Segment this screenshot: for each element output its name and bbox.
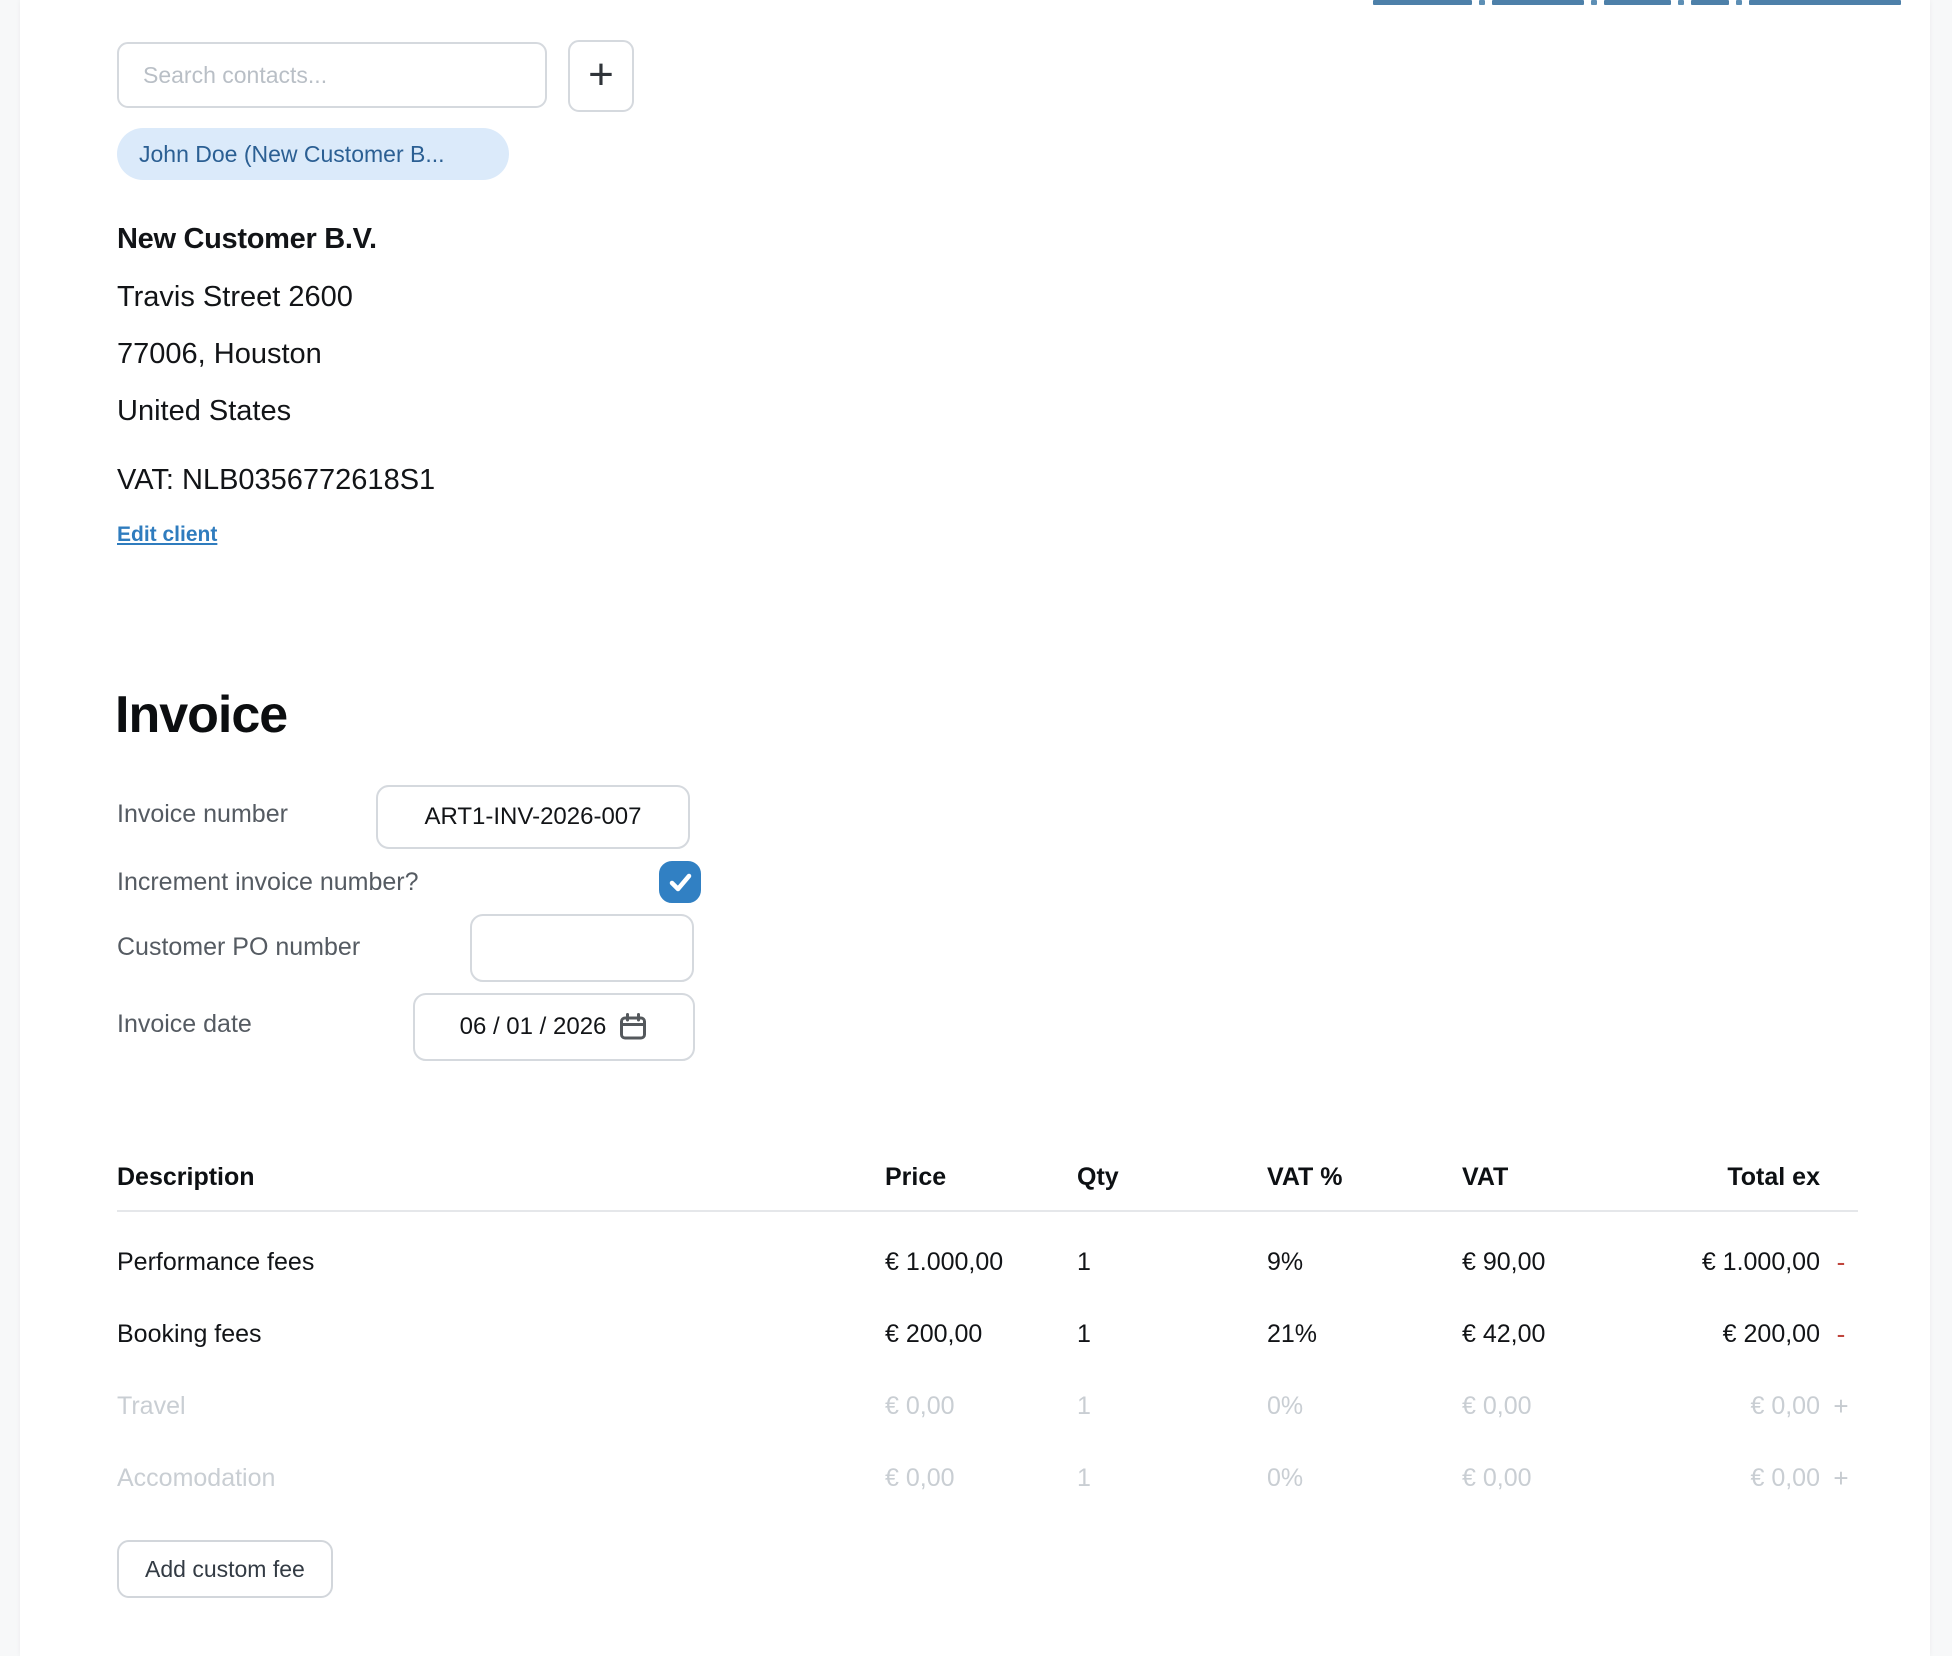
truncated-link-underline[interactable] xyxy=(1604,0,1671,5)
fee-price: € 200,00 xyxy=(885,1320,1077,1349)
col-header-vat-percent: VAT % xyxy=(1267,1163,1462,1192)
fees-table-body: Performance fees € 1.000,00 1 9% € 90,00… xyxy=(117,1212,1858,1514)
add-contact-button[interactable]: + xyxy=(568,40,634,112)
link-separator xyxy=(1591,0,1597,5)
table-row-travel: Travel € 0,00 1 0% € 0,00 € 0,00 + xyxy=(117,1370,1858,1442)
fee-total-ex: € 0,00 xyxy=(1612,1392,1820,1421)
invoice-date-value: 06 / 01 / 2026 xyxy=(460,1013,607,1041)
increment-invoice-label: Increment invoice number? xyxy=(117,868,419,897)
invoice-number-label: Invoice number xyxy=(117,800,288,829)
fee-price: € 1.000,00 xyxy=(885,1248,1077,1277)
search-contacts-input[interactable] xyxy=(117,42,547,108)
fee-vat: € 0,00 xyxy=(1462,1464,1612,1493)
selected-contact-chip[interactable]: John Doe (New Customer B... xyxy=(117,128,509,180)
fee-total-ex: € 0,00 xyxy=(1612,1464,1820,1493)
client-address-country: United States xyxy=(117,394,291,428)
fee-qty: 1 xyxy=(1077,1248,1267,1277)
add-fee-button[interactable]: + xyxy=(1820,1391,1858,1422)
client-address-street: Travis Street 2600 xyxy=(117,280,353,314)
table-row-accomodation: Accomodation € 0,00 1 0% € 0,00 € 0,00 + xyxy=(117,1442,1858,1514)
fee-vat-percent: 21% xyxy=(1267,1320,1462,1349)
col-header-qty: Qty xyxy=(1077,1163,1267,1192)
client-company-name: New Customer B.V. xyxy=(117,222,377,256)
fee-vat-percent: 0% xyxy=(1267,1464,1462,1493)
fee-qty: 1 xyxy=(1077,1392,1267,1421)
fee-vat: € 90,00 xyxy=(1462,1248,1612,1277)
truncated-link-underline[interactable] xyxy=(1749,0,1901,5)
fee-description: Performance fees xyxy=(117,1248,885,1277)
fee-vat: € 0,00 xyxy=(1462,1392,1612,1421)
fee-total-ex: € 1.000,00 xyxy=(1612,1248,1820,1277)
page-title: Invoice xyxy=(115,685,287,745)
invoice-date-input[interactable]: 06 / 01 / 2026 xyxy=(413,993,695,1061)
customer-po-label: Customer PO number xyxy=(117,933,360,962)
add-custom-fee-button[interactable]: Add custom fee xyxy=(117,1540,333,1598)
truncated-link-underline[interactable] xyxy=(1373,0,1472,5)
fee-vat-percent: 9% xyxy=(1267,1248,1462,1277)
col-header-price: Price xyxy=(885,1163,1077,1192)
fee-description: Travel xyxy=(117,1392,885,1421)
fee-vat: € 42,00 xyxy=(1462,1320,1612,1349)
fee-price: € 0,00 xyxy=(885,1392,1077,1421)
increment-checkbox[interactable] xyxy=(659,861,701,903)
edit-client-link[interactable]: Edit client xyxy=(117,523,217,547)
fee-total-ex: € 200,00 xyxy=(1612,1320,1820,1349)
customer-po-input[interactable] xyxy=(470,914,694,982)
fee-qty: 1 xyxy=(1077,1320,1267,1349)
fee-description: Booking fees xyxy=(117,1320,885,1349)
fee-qty: 1 xyxy=(1077,1464,1267,1493)
truncated-links-row[interactable] xyxy=(1373,0,1901,6)
fee-description: Accomodation xyxy=(117,1464,885,1493)
invoice-date-label: Invoice date xyxy=(117,1010,252,1039)
remove-fee-button[interactable]: - xyxy=(1820,1319,1858,1350)
calendar-icon[interactable] xyxy=(618,1012,648,1042)
invoice-page-panel: + John Doe (New Customer B... New Custom… xyxy=(20,0,1930,1656)
contact-chip-label: John Doe (New Customer B... xyxy=(139,141,445,168)
add-fee-button[interactable]: + xyxy=(1820,1463,1858,1494)
col-header-vat: VAT xyxy=(1462,1163,1612,1192)
col-header-description: Description xyxy=(117,1163,885,1192)
table-row-booking-fees: Booking fees € 200,00 1 21% € 42,00 € 20… xyxy=(117,1298,1858,1370)
client-vat-number: VAT: NLB0356772618S1 xyxy=(117,463,435,497)
client-address-city: 77006, Houston xyxy=(117,337,322,371)
link-separator xyxy=(1678,0,1684,5)
checkmark-icon xyxy=(665,867,695,897)
col-header-total-ex: Total ex xyxy=(1612,1163,1820,1192)
table-row-performance-fees: Performance fees € 1.000,00 1 9% € 90,00… xyxy=(117,1226,1858,1298)
fees-table: Description Price Qty VAT % VAT Total ex… xyxy=(117,1144,1858,1514)
remove-fee-button[interactable]: - xyxy=(1820,1247,1858,1278)
fee-price: € 0,00 xyxy=(885,1464,1077,1493)
link-separator xyxy=(1479,0,1485,5)
invoice-number-input[interactable] xyxy=(376,785,690,849)
truncated-link-underline[interactable] xyxy=(1492,0,1584,5)
link-separator xyxy=(1736,0,1742,5)
truncated-link-underline[interactable] xyxy=(1691,0,1729,5)
fee-vat-percent: 0% xyxy=(1267,1392,1462,1421)
plus-icon: + xyxy=(588,53,614,97)
fees-table-header: Description Price Qty VAT % VAT Total ex xyxy=(117,1144,1858,1212)
